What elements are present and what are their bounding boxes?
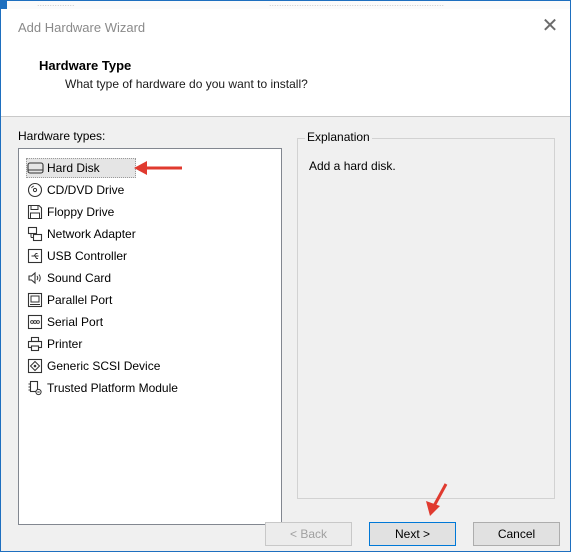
parallel-port-icon xyxy=(26,291,44,309)
explanation-groupbox xyxy=(297,138,555,499)
hardware-item-label: CD/DVD Drive xyxy=(47,183,125,197)
hardware-item-network-adapter[interactable]: Network Adapter xyxy=(26,223,276,245)
hardware-item-label: Generic SCSI Device xyxy=(47,359,161,373)
serial-port-icon xyxy=(26,313,44,331)
add-hardware-wizard-window: ............... ........................… xyxy=(0,0,571,552)
hardware-item-label: Network Adapter xyxy=(47,227,136,241)
hardware-item-cd-dvd-drive[interactable]: CD/DVD Drive xyxy=(26,179,276,201)
hardware-item-label: Sound Card xyxy=(47,271,112,285)
hardware-item-label: Trusted Platform Module xyxy=(47,381,178,395)
window-title: Add Hardware Wizard xyxy=(18,20,146,35)
hardware-item-usb-controller[interactable]: USB Controller xyxy=(26,245,276,267)
close-icon: ✕ xyxy=(541,15,559,37)
printer-icon xyxy=(26,335,44,353)
scsi-device-icon xyxy=(26,357,44,375)
background-ghost-text-right: ........................................… xyxy=(269,1,445,8)
page-subtitle: What type of hardware do you want to ins… xyxy=(65,77,308,91)
wizard-header: Hardware Type What type of hardware do y… xyxy=(1,43,570,117)
hardware-item-label: Parallel Port xyxy=(47,293,113,307)
hardware-item-sound-card[interactable]: Sound Card xyxy=(26,267,276,289)
cd-dvd-icon xyxy=(26,181,44,199)
background-ghost-text-left: ............... xyxy=(37,1,75,8)
hardware-item-generic-scsi-device[interactable]: Generic SCSI Device xyxy=(26,355,276,377)
hardware-item-floppy-drive[interactable]: Floppy Drive xyxy=(26,201,276,223)
hardware-item-hard-disk[interactable]: Hard Disk xyxy=(26,157,276,179)
hardware-item-label: Floppy Drive xyxy=(47,205,115,219)
hardware-item-label: Serial Port xyxy=(47,315,104,329)
cancel-button[interactable]: Cancel xyxy=(473,522,560,546)
hardware-item-printer[interactable]: Printer xyxy=(26,333,276,355)
tpm-icon xyxy=(26,379,44,397)
hardware-types-list[interactable]: Hard Disk CD/DVD Drive Floppy Drive Network… xyxy=(18,148,282,525)
hardware-item-label: Hard Disk xyxy=(47,161,100,175)
hardware-item-parallel-port[interactable]: Parallel Port xyxy=(26,289,276,311)
speaker-icon xyxy=(26,269,44,287)
hardware-list-items: Hard Disk CD/DVD Drive Floppy Drive Network… xyxy=(26,157,276,399)
background-window-strip: ............... ........................… xyxy=(1,1,570,9)
hardware-types-label: Hardware types: xyxy=(18,129,106,143)
hard-disk-icon xyxy=(26,159,44,177)
close-button[interactable]: ✕ xyxy=(538,14,562,38)
floppy-icon xyxy=(26,203,44,221)
usb-icon xyxy=(26,247,44,265)
back-button[interactable]: < Back xyxy=(265,522,352,546)
hardware-item-trusted-platform-module[interactable]: Trusted Platform Module xyxy=(26,377,276,399)
hardware-item-label: Printer xyxy=(47,337,83,351)
next-button[interactable]: Next > xyxy=(369,522,456,546)
title-bar: Add Hardware Wizard ✕ xyxy=(1,9,570,43)
accent-bar xyxy=(1,1,7,9)
hardware-item-serial-port[interactable]: Serial Port xyxy=(26,311,276,333)
explanation-text: Add a hard disk. xyxy=(309,159,396,173)
explanation-label: Explanation xyxy=(305,130,372,144)
hardware-item-label: USB Controller xyxy=(47,249,128,263)
page-title: Hardware Type xyxy=(39,58,132,73)
network-adapter-icon xyxy=(26,225,44,243)
